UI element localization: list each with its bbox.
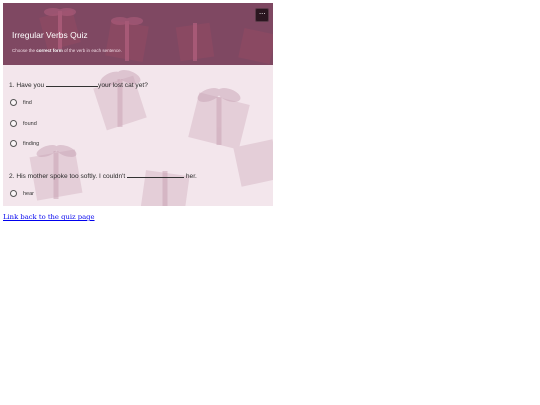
question-1-option-2[interactable]: found bbox=[10, 119, 37, 128]
more-options-button[interactable]: ··· bbox=[255, 8, 269, 22]
radio-button[interactable] bbox=[10, 120, 17, 127]
radio-button[interactable] bbox=[10, 99, 17, 106]
quiz-title: Irregular Verbs Quiz bbox=[12, 30, 88, 40]
option-label: finding bbox=[23, 140, 40, 147]
ellipsis-icon: ··· bbox=[258, 8, 266, 18]
radio-button[interactable] bbox=[10, 190, 17, 197]
quiz-header: Irregular Verbs Quiz Choose the correct … bbox=[3, 3, 273, 65]
back-to-quiz-link[interactable]: Link back to the quiz page bbox=[3, 213, 95, 221]
quiz-panel: Irregular Verbs Quiz Choose the correct … bbox=[3, 3, 273, 206]
option-label: found bbox=[23, 120, 37, 127]
answer-blank bbox=[46, 81, 99, 87]
question-2-option-1[interactable]: hear bbox=[10, 189, 34, 198]
question-1-option-3[interactable]: finding bbox=[10, 139, 39, 148]
quiz-instruction: Choose the correct form of the verb in e… bbox=[12, 48, 122, 53]
answer-blank bbox=[127, 172, 185, 178]
question-1-text: 1. Have you your lost cat yet? bbox=[9, 81, 148, 89]
question-1-option-1[interactable]: find bbox=[10, 98, 32, 107]
radio-button[interactable] bbox=[10, 140, 17, 147]
question-2-text: 2. His mother spoke too softly. I couldn… bbox=[9, 172, 197, 180]
option-label: hear bbox=[23, 190, 35, 197]
option-label: find bbox=[23, 99, 32, 106]
